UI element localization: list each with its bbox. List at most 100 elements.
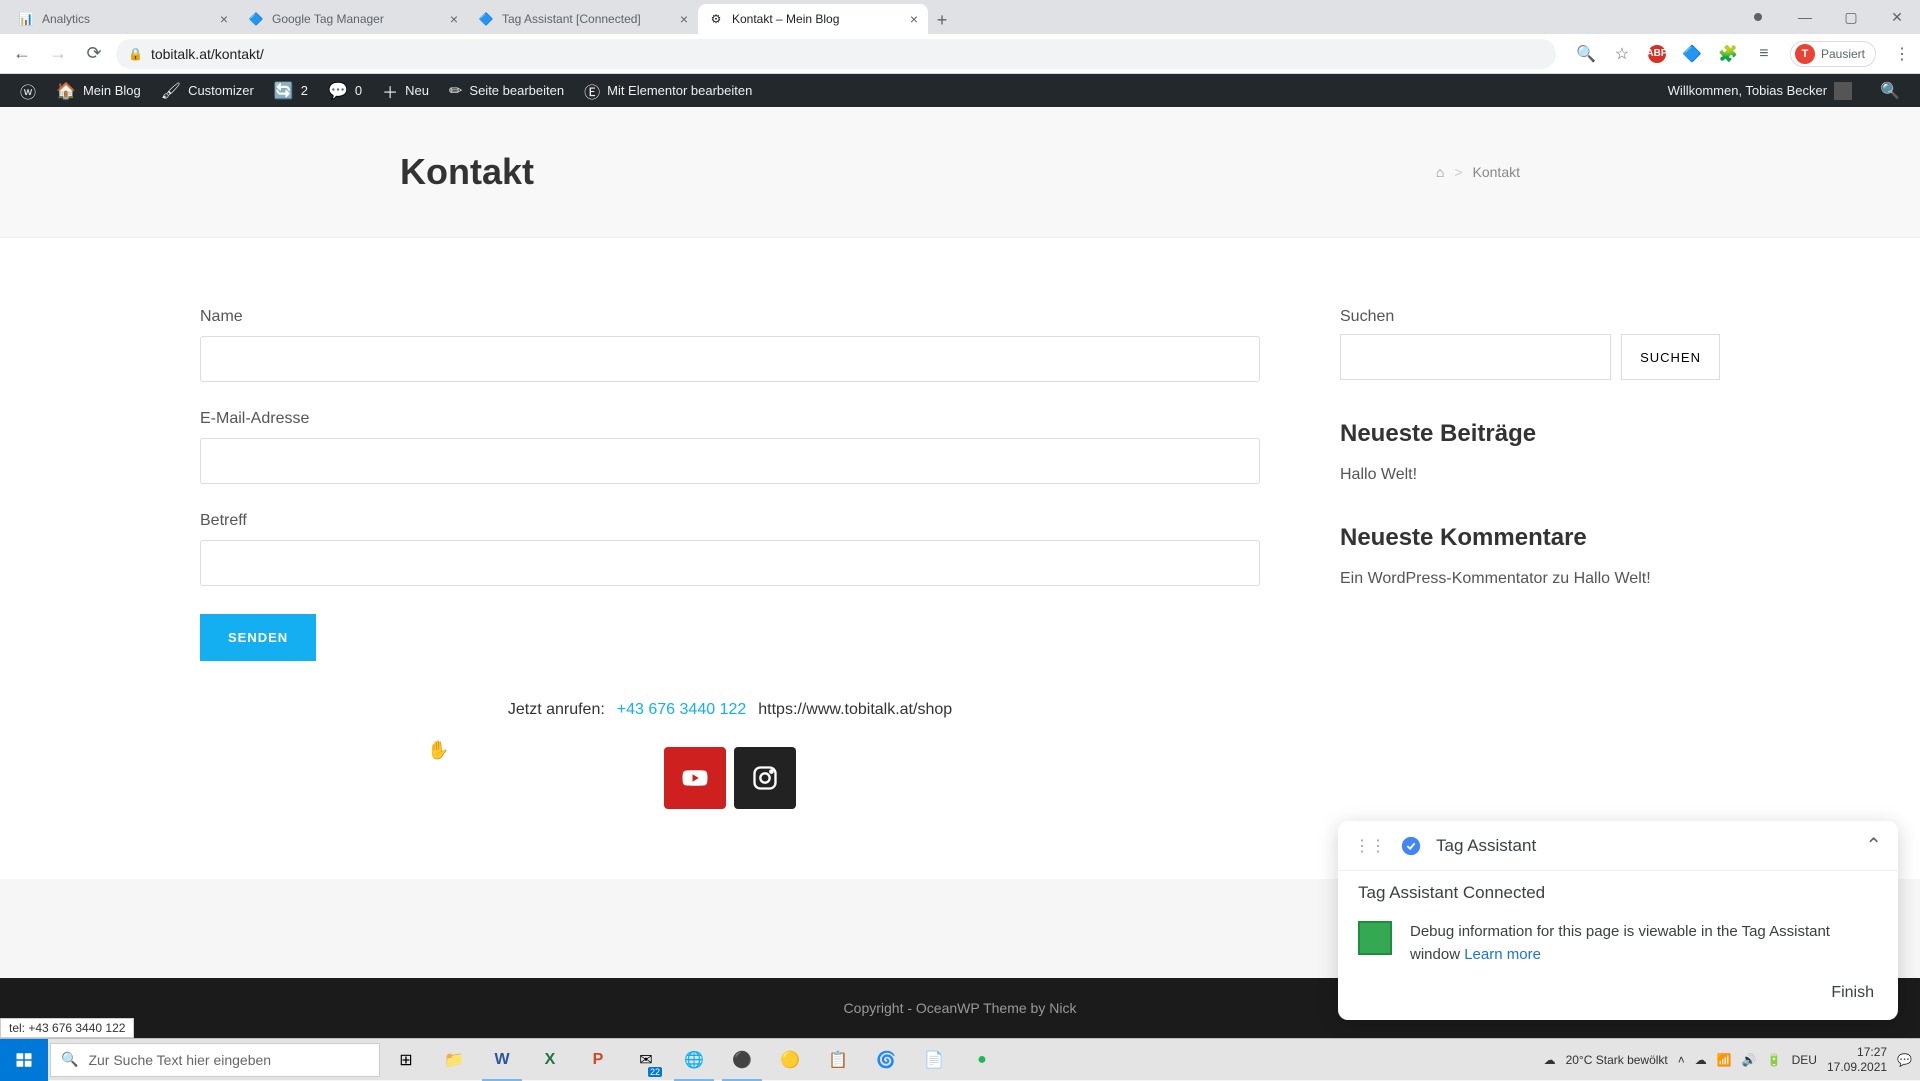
recent-posts-widget: Neueste Beiträge Hallo Welt! [1340,420,1720,484]
spotify-icon[interactable]: ● [958,1039,1006,1081]
plus-icon: ＋ [382,79,398,103]
browser-tab-strip: 📊 Analytics × 🔷 Google Tag Manager × 🔷 T… [0,0,1920,34]
name-input[interactable] [200,336,1260,382]
reload-button[interactable]: ⟳ [80,40,108,68]
comment-author-link[interactable]: Ein WordPress-Kommentator [1340,570,1548,587]
start-button[interactable] [0,1039,48,1081]
collapse-icon[interactable]: ⌃ [1865,833,1882,858]
page-title: Kontakt [400,151,534,193]
status-indicator-icon [1358,921,1392,955]
address-bar: ← → ⟳ 🔒 tobitalk.at/kontakt/ 🔍 ☆ ABP 🔷 🧩… [0,34,1920,74]
tag-assistant-status: Tag Assistant Connected [1338,870,1898,907]
extensions-icon[interactable]: 🧩 [1718,44,1738,64]
wp-logo[interactable]: ⓦ [10,74,46,107]
battery-icon[interactable]: 🔋 [1767,1053,1782,1067]
wp-new[interactable]: ＋Neu [372,74,439,107]
pencil-icon: ✏ [449,81,462,101]
youtube-button[interactable] [664,747,726,809]
instagram-icon [751,764,779,792]
wp-comments[interactable]: 💬0 [318,74,372,107]
wp-search[interactable]: 🔍 [1870,81,1910,101]
window-close-button[interactable]: ✕ [1874,0,1920,34]
wp-customizer[interactable]: 🖌Customizer [151,74,264,107]
forward-button[interactable]: → [44,40,72,68]
volume-icon[interactable]: 🔊 [1742,1053,1757,1067]
email-input[interactable] [200,438,1260,484]
home-icon[interactable]: ⌂ [1436,164,1444,180]
tab-kontakt[interactable]: ⚙ Kontakt – Mein Blog × [698,4,928,34]
tag-assistant-ext-icon[interactable]: 🔷 [1682,44,1702,64]
drag-handle-icon[interactable]: ⋮⋮ [1354,836,1386,856]
learn-more-link[interactable]: Learn more [1464,946,1541,963]
explorer-icon[interactable]: 📁 [430,1039,478,1081]
search-input[interactable] [1340,334,1611,380]
wifi-icon[interactable]: 📶 [1717,1053,1732,1067]
tag-assistant-panel: ⋮⋮ Tag Assistant ⌃ Tag Assistant Connect… [1338,821,1898,1020]
recent-post-link[interactable]: Hallo Welt! [1340,466,1417,483]
home-icon: 🏠 [56,81,76,101]
tray-chevron-icon[interactable]: ˄ [1678,1053,1685,1067]
call-prefix: Jetzt anrufen: [508,701,605,719]
tab-analytics[interactable]: 📊 Analytics × [8,4,238,34]
wp-updates[interactable]: 🔄2 [264,74,318,107]
powerpoint-icon[interactable]: P [574,1039,622,1081]
close-icon[interactable]: × [680,11,688,27]
url-input[interactable]: 🔒 tobitalk.at/kontakt/ [116,39,1556,69]
app-icon-2[interactable]: 📋 [814,1039,862,1081]
word-icon[interactable]: W [478,1039,526,1081]
close-icon[interactable]: × [910,11,918,27]
language-indicator[interactable]: DEU [1792,1053,1817,1067]
maximize-button[interactable]: ▢ [1828,0,1874,34]
tab-tag-assistant[interactable]: 🔷 Tag Assistant [Connected] × [468,4,698,34]
weather-text[interactable]: 20°C Stark bewölkt [1566,1053,1668,1067]
wp-edit-page[interactable]: ✏Seite bearbeiten [439,74,574,107]
tag-assistant-title: Tag Assistant [1436,836,1536,856]
pause-label: Pausiert [1821,47,1865,61]
search-icon: 🔍 [1880,81,1900,101]
obs-icon[interactable]: ⚫ [718,1039,766,1081]
clock[interactable]: 17:27 17.09.2021 [1827,1045,1887,1074]
submit-button[interactable]: SENDEN [200,614,316,661]
chrome-icon[interactable]: 🌐 [670,1039,718,1081]
name-label: Name [200,308,1260,326]
tab-label: Kontakt – Mein Blog [732,12,902,26]
search-button[interactable]: SUCHEN [1621,334,1720,380]
finish-button[interactable]: Finish [1831,984,1874,1002]
tab-gtm[interactable]: 🔷 Google Tag Manager × [238,4,468,34]
instagram-button[interactable] [734,747,796,809]
breadcrumb-separator: > [1454,164,1462,180]
new-tab-button[interactable]: + [928,6,956,34]
close-icon[interactable]: × [220,11,228,27]
edge-icon[interactable]: 🌀 [862,1039,910,1081]
notifications-icon[interactable]: 💬 [1897,1053,1912,1067]
excel-icon[interactable]: X [526,1039,574,1081]
star-icon[interactable]: ☆ [1612,44,1632,64]
minimize-button[interactable]: — [1782,0,1828,34]
page-header: Kontakt ⌂ > Kontakt [0,107,1920,238]
app-icon[interactable]: 🟡 [766,1039,814,1081]
mail-icon[interactable]: ✉22 [622,1039,670,1081]
wp-elementor[interactable]: ⒺMit Elementor bearbeiten [574,74,762,107]
account-dot-icon[interactable] [1754,13,1762,21]
wordpress-icon: ⚙ [708,11,724,27]
wp-welcome[interactable]: Willkommen, Tobias Becker [1658,82,1862,100]
recent-comment: Ein WordPress-Kommentator zu Hallo Welt! [1340,570,1720,588]
subject-input[interactable] [200,540,1260,586]
menu-icon[interactable]: ⋮ [1892,44,1912,64]
comment-post-link[interactable]: Hallo Welt! [1574,570,1651,587]
profile-paused-pill[interactable]: T Pausiert [1790,41,1876,67]
taskbar-search[interactable]: 🔍 Zur Suche Text hier eingeben [50,1043,380,1077]
notepad-icon[interactable]: 📄 [910,1039,958,1081]
wp-site-link[interactable]: 🏠Mein Blog [46,74,151,107]
onedrive-icon[interactable]: ☁ [1695,1053,1707,1067]
zoom-icon[interactable]: 🔍 [1576,44,1596,64]
reading-list-icon[interactable]: ≡ [1754,44,1774,64]
weather-icon[interactable]: ☁ [1544,1053,1556,1067]
shop-link[interactable]: https://www.tobitalk.at/shop [758,701,952,719]
adblock-icon[interactable]: ABP [1648,45,1666,63]
task-view-icon[interactable]: ⊞ [382,1039,430,1081]
phone-link[interactable]: +43 676 3440 122 [617,701,746,719]
back-button[interactable]: ← [8,40,36,68]
close-icon[interactable]: × [450,11,458,27]
tag-assistant-message: Debug information for this page is viewa… [1410,921,1878,966]
